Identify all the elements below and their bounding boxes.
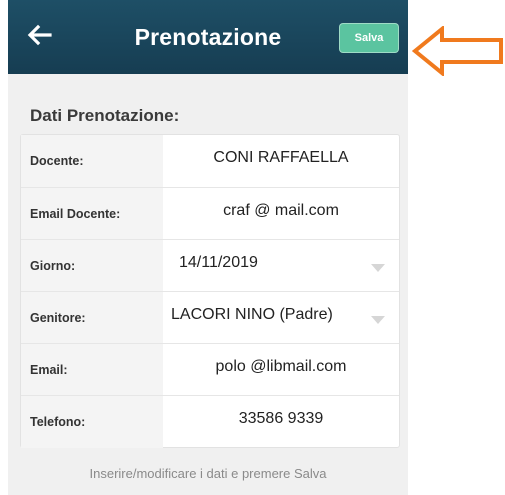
chevron-down-icon[interactable] bbox=[371, 264, 385, 272]
save-button[interactable]: Salva bbox=[340, 24, 398, 52]
docente-label: Docente: bbox=[30, 154, 84, 168]
row-email: Email: polo @libmail.com bbox=[21, 343, 399, 396]
giorno-label: Giorno: bbox=[30, 259, 76, 273]
row-email-docente: Email Docente: craf @ mail.com bbox=[21, 187, 399, 240]
hint-text: Inserire/modificare i dati e premere Sal… bbox=[89, 466, 327, 481]
booking-form: Docente: CONI RAFFAELLA Email Docente: c… bbox=[20, 134, 400, 448]
orange-arrow-left-icon bbox=[412, 26, 503, 76]
docente-value: CONI RAFFAELLA bbox=[213, 149, 349, 166]
email-docente-value: craf @ mail.com bbox=[223, 202, 339, 219]
phone-screen: Prenotazione Salva Dati Prenotazione: Do… bbox=[8, 0, 408, 495]
giorno-select[interactable]: 14/11/2019 bbox=[179, 254, 379, 272]
app-bar: Prenotazione Salva bbox=[8, 0, 408, 74]
section-title: Dati Prenotazione: bbox=[30, 106, 180, 125]
row-telefono: Telefono: 33586 9339 bbox=[21, 395, 399, 448]
email-docente-label: Email Docente: bbox=[30, 207, 121, 221]
chevron-down-icon[interactable] bbox=[371, 316, 385, 324]
telefono-label: Telefono: bbox=[30, 415, 86, 429]
row-giorno[interactable]: Giorno: 14/11/2019 bbox=[21, 239, 399, 292]
email-value[interactable]: polo @libmail.com bbox=[163, 358, 399, 376]
row-genitore[interactable]: Genitore: LACORI NINO (Padre) bbox=[21, 291, 399, 344]
genitore-select[interactable]: LACORI NINO (Padre) bbox=[171, 306, 371, 324]
row-docente: Docente: CONI RAFFAELLA bbox=[21, 135, 399, 187]
telefono-value[interactable]: 33586 9339 bbox=[163, 410, 399, 428]
email-label: Email: bbox=[30, 363, 68, 377]
genitore-label: Genitore: bbox=[30, 311, 86, 325]
